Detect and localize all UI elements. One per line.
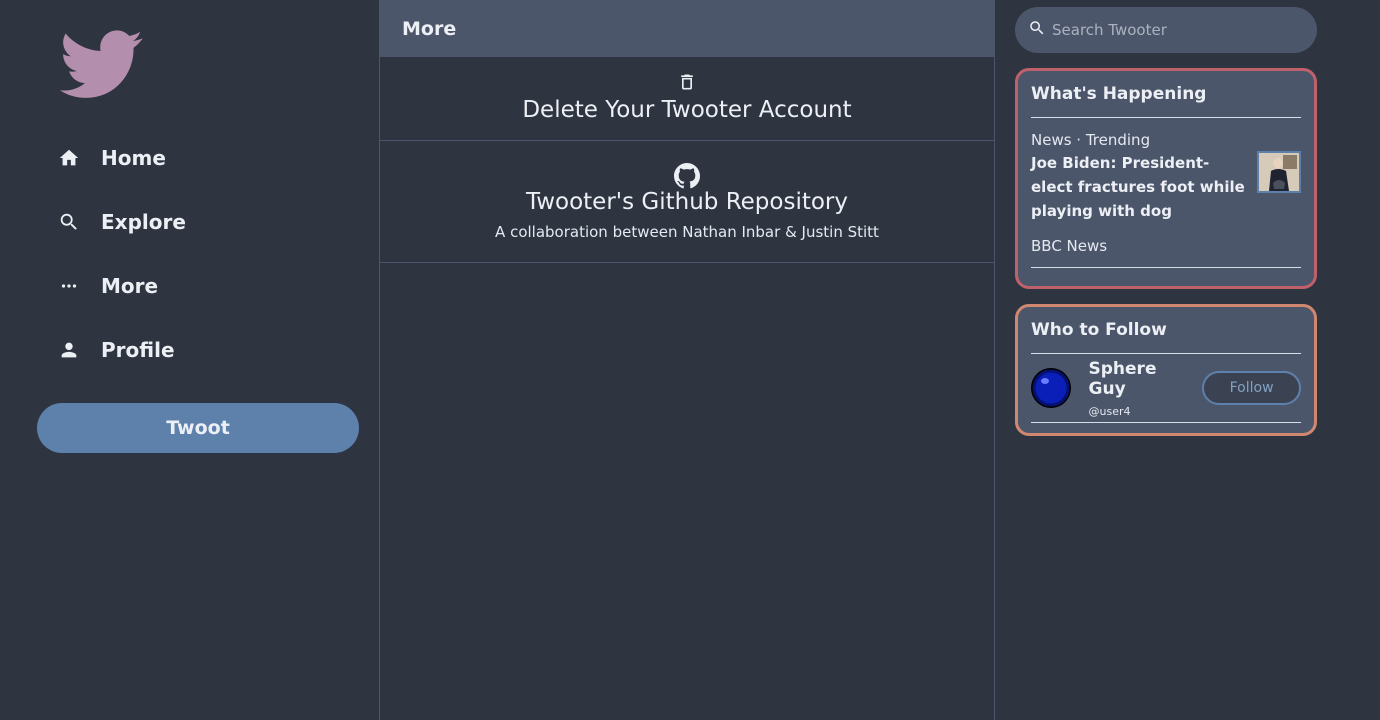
sidebar-item-profile[interactable]: Profile bbox=[56, 330, 346, 370]
news-headline[interactable]: Joe Biden: President-elect fractures foo… bbox=[1031, 151, 1246, 223]
whats-happening-card: What's Happening News · Trending Joe Bid… bbox=[1015, 68, 1317, 289]
home-icon bbox=[56, 145, 82, 171]
sidebar-item-label: Explore bbox=[101, 210, 186, 234]
search-bar[interactable] bbox=[1015, 7, 1317, 53]
page-header: More bbox=[380, 0, 994, 57]
search-icon bbox=[56, 209, 82, 235]
news-source: BBC News bbox=[1031, 237, 1301, 268]
news-thumbnail[interactable] bbox=[1257, 151, 1301, 193]
sidebar-item-label: Home bbox=[101, 146, 166, 170]
search-input[interactable] bbox=[1052, 21, 1292, 39]
sidebar-item-label: Profile bbox=[101, 338, 175, 362]
trash-icon bbox=[380, 71, 994, 95]
follow-suggestion: Sphere Guy @user4 Follow bbox=[1031, 354, 1301, 423]
whats-happening-title: What's Happening bbox=[1031, 71, 1301, 118]
app: Home Explore More Profile Twoot More Del… bbox=[0, 0, 1380, 720]
follow-user-handle: @user4 bbox=[1088, 404, 1131, 418]
sidebar-item-more[interactable]: More bbox=[56, 266, 346, 306]
sidebar: Home Explore More Profile Twoot bbox=[0, 0, 380, 720]
who-to-follow-card: Who to Follow Sphere Guy @user4 Follow bbox=[1015, 304, 1317, 436]
sidebar-item-home[interactable]: Home bbox=[56, 138, 346, 178]
github-repository-subtitle: A collaboration between Nathan Inbar & J… bbox=[495, 223, 879, 241]
delete-account-label: Delete Your Twooter Account bbox=[522, 97, 852, 123]
follow-user-name[interactable]: Sphere Guy bbox=[1089, 359, 1200, 399]
who-to-follow-title: Who to Follow bbox=[1031, 307, 1301, 354]
person-icon bbox=[56, 337, 82, 363]
more-dots-icon bbox=[56, 273, 82, 299]
sidebar-item-label: More bbox=[101, 274, 159, 298]
avatar[interactable] bbox=[1031, 368, 1071, 408]
delete-account-item[interactable]: Delete Your Twooter Account bbox=[380, 57, 994, 141]
bird-logo-icon[interactable] bbox=[59, 30, 144, 100]
sidebar-item-explore[interactable]: Explore bbox=[56, 202, 346, 242]
search-icon bbox=[1028, 19, 1046, 41]
github-icon bbox=[380, 163, 994, 189]
github-repository-label: Twooter's Github Repository bbox=[525, 189, 849, 215]
twoot-button[interactable]: Twoot bbox=[37, 403, 359, 453]
follow-button[interactable]: Follow bbox=[1202, 371, 1301, 405]
page-title: More bbox=[402, 17, 457, 40]
follow-user-info: Sphere Guy @user4 bbox=[1089, 359, 1200, 418]
news-category: News · Trending bbox=[1031, 131, 1151, 149]
news-item[interactable]: Joe Biden: President-elect fractures foo… bbox=[1031, 151, 1301, 223]
github-repository-item[interactable]: Twooter's Github Repository A collaborat… bbox=[380, 141, 994, 263]
main-column: More Delete Your Twooter Account Twooter… bbox=[379, 0, 995, 720]
